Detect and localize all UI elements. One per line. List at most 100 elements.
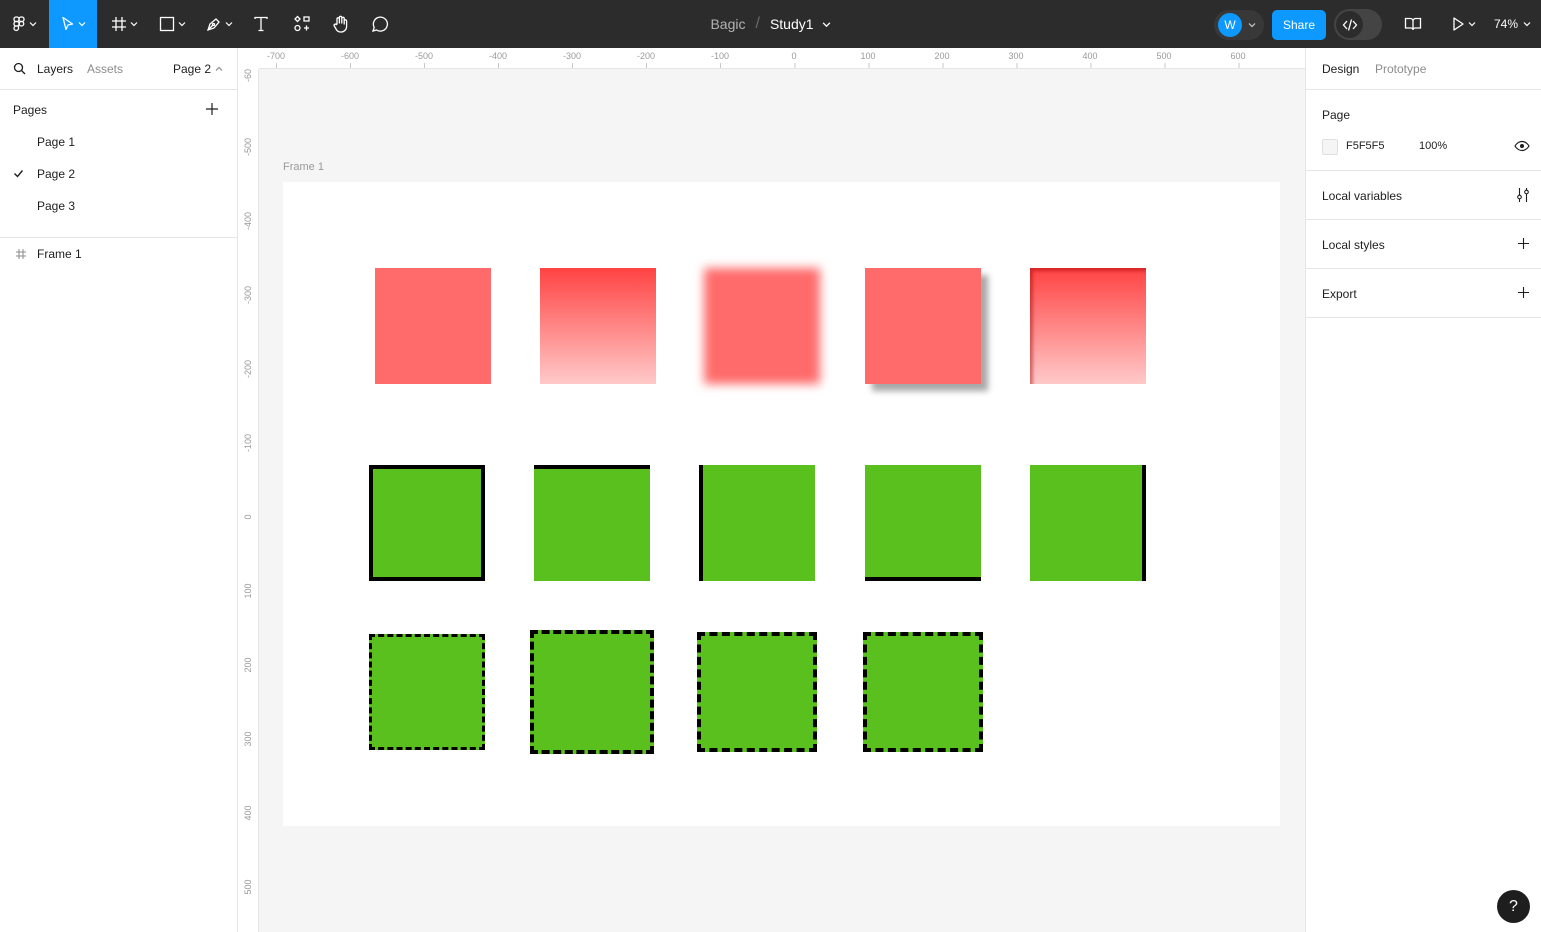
present-button[interactable] <box>1446 0 1480 48</box>
tab-prototype[interactable]: Prototype <box>1375 62 1426 76</box>
components-button[interactable] <box>289 0 315 48</box>
page-item-1[interactable]: Page 1 <box>0 126 237 158</box>
comment-tool-button[interactable] <box>367 0 393 48</box>
figma-editor: Bagic / Study1 W Share 74% Layers Assets… <box>0 0 1541 932</box>
ruler-tick: 200 <box>243 657 253 673</box>
page-selector[interactable]: Page 2 <box>173 62 223 76</box>
local-variables-section[interactable]: Local variables <box>1306 171 1541 220</box>
rect-dash-long[interactable] <box>863 632 983 752</box>
chevron-down-icon <box>1248 23 1256 28</box>
chevron-down-icon <box>29 22 36 27</box>
rect-inner-shadow[interactable] <box>1030 268 1146 384</box>
pen-tool-icon <box>206 18 220 32</box>
share-button[interactable]: Share <box>1272 10 1326 40</box>
ruler-tick: 100 <box>243 583 253 599</box>
right-sidebar: Design Prototype Page F5F5F5 100% Local … <box>1305 48 1541 932</box>
chevron-up-icon <box>215 66 223 71</box>
pages-section-title: Pages <box>13 103 48 117</box>
shape-tool-button[interactable] <box>152 0 192 48</box>
plus-icon[interactable] <box>1517 237 1530 250</box>
page-item-2[interactable]: Page 2 <box>0 158 237 190</box>
rect-stroke-top[interactable] <box>534 465 650 581</box>
ruler-tick: -100 <box>243 434 253 453</box>
page-item-label: Page 3 <box>37 199 76 213</box>
pen-tool-button[interactable] <box>199 0 239 48</box>
rect-stroke-all[interactable] <box>369 465 485 581</box>
page-opacity[interactable]: 100% <box>1419 140 1447 152</box>
main-menu-button[interactable] <box>0 0 48 48</box>
page-selector-label: Page 2 <box>173 62 212 76</box>
ruler-tick: 200 <box>934 51 950 68</box>
plus-icon[interactable] <box>1517 286 1530 299</box>
chevron-down-icon <box>1523 22 1531 27</box>
multiplayer-avatar-button[interactable]: W <box>1214 10 1264 40</box>
frame-tool-button[interactable] <box>104 0 144 48</box>
ruler-tick: 400 <box>1082 51 1098 68</box>
zoom-dropdown[interactable]: 74% <box>1494 0 1531 48</box>
help-button[interactable]: ? <box>1497 890 1530 923</box>
design-tabs: Design Prototype <box>1306 48 1541 90</box>
page-item-3[interactable]: Page 3 <box>0 190 237 222</box>
move-tool-button[interactable] <box>49 0 97 48</box>
rect-stroke-bottom[interactable] <box>865 465 981 581</box>
breadcrumb-separator: / <box>755 15 760 32</box>
components-icon <box>294 15 310 32</box>
file-name[interactable]: Study1 <box>770 16 814 32</box>
rect-stroke-right[interactable] <box>1030 465 1146 581</box>
rect-layer-blur[interactable] <box>704 268 820 384</box>
library-button[interactable] <box>1400 0 1426 48</box>
dev-mode-toggle[interactable] <box>1334 9 1382 40</box>
local-styles-section[interactable]: Local styles <box>1306 220 1541 269</box>
add-page-icon[interactable] <box>205 102 219 116</box>
export-label: Export <box>1322 287 1357 301</box>
chevron-down-icon <box>130 22 137 27</box>
ruler-tick: -100 <box>710 51 730 68</box>
rect-linear-gradient[interactable] <box>540 268 656 384</box>
top-toolbar: Bagic / Study1 W Share 74% <box>0 0 1541 48</box>
ruler-tick: 300 <box>243 731 253 747</box>
zoom-level: 74% <box>1494 17 1519 31</box>
page-color-swatch[interactable] <box>1322 139 1338 155</box>
eye-icon[interactable] <box>1514 140 1530 152</box>
tab-design[interactable]: Design <box>1322 62 1359 76</box>
ruler-tick: -300 <box>243 286 253 305</box>
ruler-tick: 0 <box>243 514 253 520</box>
canvas[interactable]: Frame 1 <box>259 69 1305 932</box>
tab-assets[interactable]: Assets <box>87 62 123 76</box>
local-styles-label: Local styles <box>1322 238 1385 252</box>
rect-dash-inside[interactable] <box>369 634 485 750</box>
search-icon[interactable] <box>13 62 26 75</box>
play-icon <box>1452 17 1464 31</box>
left-sidebar: Layers Assets Page 2 Pages Page 1 Page 2… <box>0 48 238 932</box>
check-icon <box>14 170 24 178</box>
move-tool-icon <box>61 16 73 31</box>
sidebar-tabs: Layers Assets Page 2 <box>0 48 237 90</box>
hand-tool-icon <box>333 15 348 33</box>
frame-1[interactable] <box>283 182 1280 826</box>
export-section[interactable]: Export <box>1306 269 1541 318</box>
chevron-down-icon <box>78 22 85 27</box>
chevron-down-icon[interactable] <box>822 20 831 29</box>
hand-tool-button[interactable] <box>328 0 354 48</box>
chevron-down-icon <box>225 22 232 27</box>
rect-stroke-left[interactable] <box>699 465 815 581</box>
page-color-hex[interactable]: F5F5F5 <box>1346 140 1385 152</box>
chevron-down-icon <box>1468 22 1475 27</box>
layer-item-frame-1[interactable]: Frame 1 <box>0 238 237 270</box>
rect-drop-shadow[interactable] <box>865 268 981 384</box>
text-tool-button[interactable] <box>248 0 274 48</box>
comment-icon <box>371 16 389 32</box>
text-tool-icon <box>254 16 268 32</box>
rect-dash-center[interactable] <box>697 632 817 752</box>
adjust-icon[interactable] <box>1516 187 1530 203</box>
project-name[interactable]: Bagic <box>710 16 745 32</box>
frame-label[interactable]: Frame 1 <box>283 161 324 173</box>
local-variables-label: Local variables <box>1322 189 1403 203</box>
page-section-title: Page <box>1322 108 1351 122</box>
tab-layers[interactable]: Layers <box>37 62 73 76</box>
figma-menu-icon <box>12 16 25 32</box>
rect-dash-outside[interactable] <box>530 630 654 754</box>
vertical-ruler: -600 -500 -400 -300 -200 -100 0 100 200 … <box>238 48 259 932</box>
rect-solid-fill[interactable] <box>375 268 491 384</box>
ruler-tick: 300 <box>1008 51 1024 68</box>
